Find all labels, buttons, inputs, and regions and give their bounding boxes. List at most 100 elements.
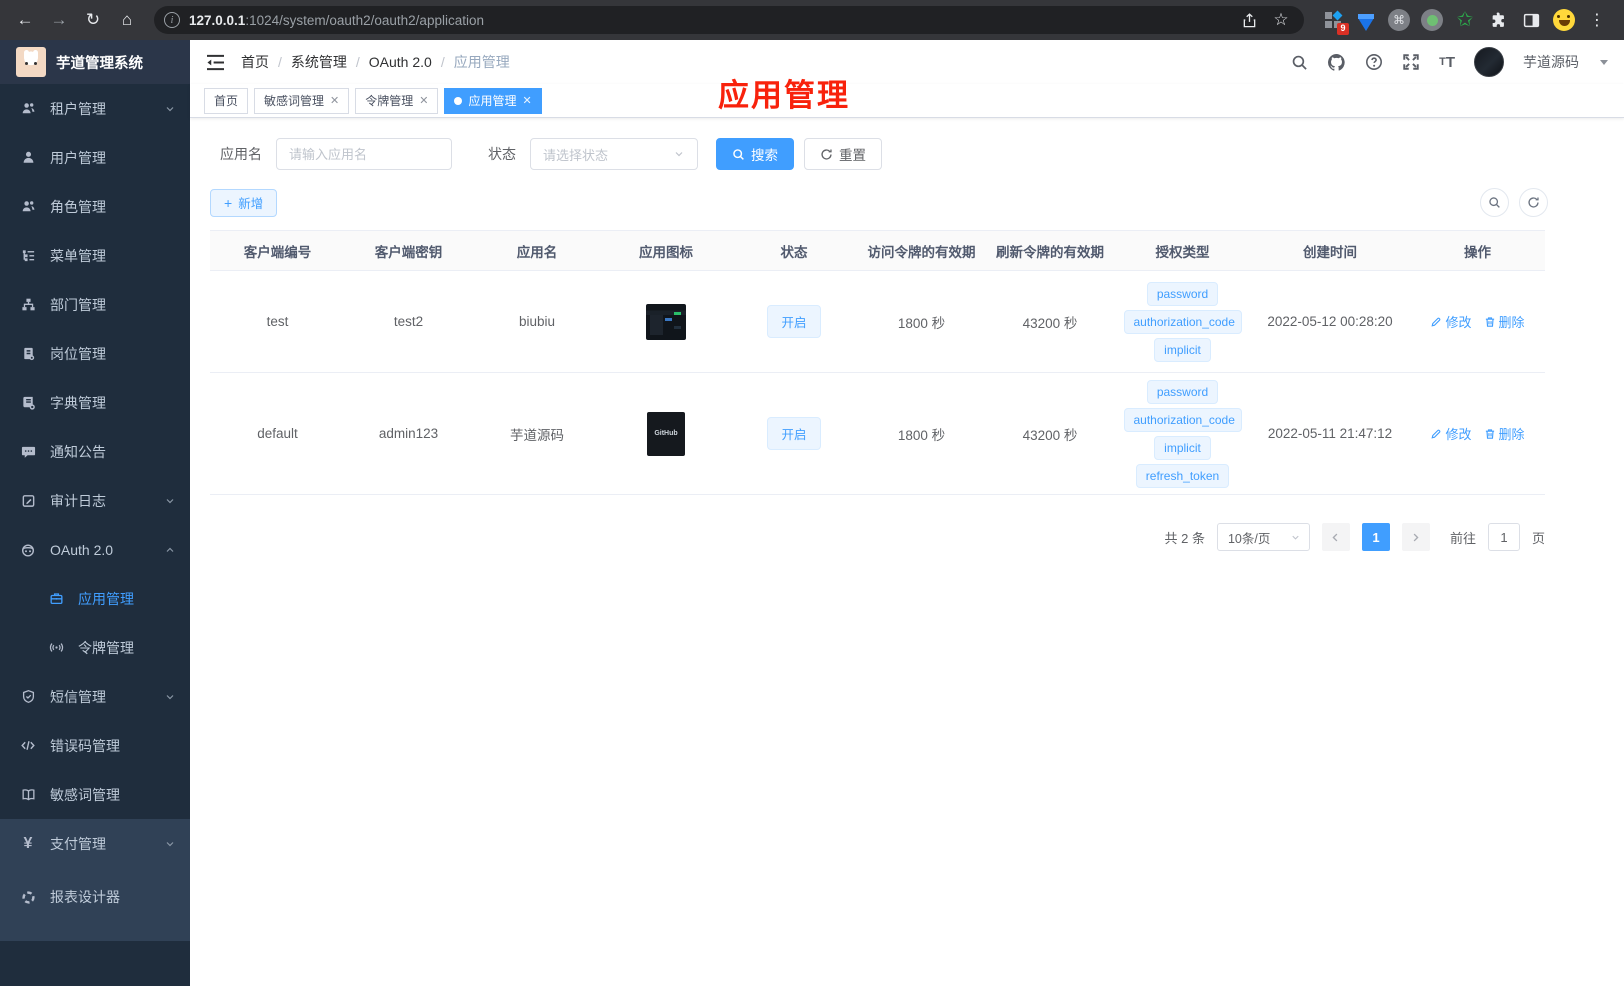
code-icon: [20, 738, 36, 753]
sidebar-item-payments[interactable]: ¥ 支付管理: [0, 819, 190, 869]
created-at: 2022-05-12 00:28:20: [1267, 314, 1393, 329]
page-number-1[interactable]: 1: [1361, 523, 1390, 551]
sidebar-menu: 租户管理 用户管理 角色管理 菜单管理 部门管理 岗位管理 字典管理 通知公告 …: [0, 84, 190, 986]
sidebar-item-posts[interactable]: 岗位管理: [0, 329, 190, 378]
table-header-row: 客户端编号 客户端密钥 应用名 应用图标 状态 访问令牌的有效期 刷新令牌的有效…: [210, 231, 1545, 271]
app-icon-github: GitHub: [647, 411, 685, 456]
browser-reload-icon[interactable]: ↻: [78, 5, 108, 35]
delete-button[interactable]: 删除: [1484, 424, 1525, 443]
client-secret: test2: [393, 314, 424, 329]
app-name: biubiu: [518, 314, 556, 329]
sidebar-item-error-codes[interactable]: 错误码管理: [0, 721, 190, 770]
sidebar-item-report-designer[interactable]: 报表设计器: [0, 869, 190, 925]
app-name: 芋道源码: [510, 427, 564, 443]
delete-button[interactable]: 删除: [1484, 312, 1525, 331]
sidebar-item-audit-log[interactable]: 审计日志: [0, 476, 190, 525]
profile-avatar-icon[interactable]: [1551, 7, 1577, 33]
search-button[interactable]: 搜索: [716, 138, 794, 170]
breadcrumb-home[interactable]: 首页: [241, 52, 269, 72]
sidebar-item-notices[interactable]: 通知公告: [0, 427, 190, 476]
tab-application-management[interactable]: 应用管理 ✕: [444, 87, 542, 114]
header-search-icon[interactable]: [1291, 54, 1308, 71]
add-button[interactable]: + 新增: [210, 188, 278, 217]
oauth-robot-icon: [20, 542, 36, 558]
edit-button[interactable]: 修改: [1430, 424, 1472, 443]
app-logo-row[interactable]: 芋道管理系统: [0, 40, 190, 84]
sidebar-item-departments[interactable]: 部门管理: [0, 280, 190, 329]
browser-forward-icon[interactable]: →: [44, 5, 74, 35]
extension-recorder-icon[interactable]: [1419, 7, 1445, 33]
extensions-puzzle-icon[interactable]: [1485, 7, 1511, 33]
status-label: 状态: [488, 146, 516, 162]
tab-sensitive-words[interactable]: 敏感词管理 ✕: [254, 87, 350, 114]
sidebar-item-dictionary[interactable]: 字典管理: [0, 378, 190, 427]
extension-badge: 9: [1336, 23, 1349, 35]
top-header: 首页 / 系统管理 / OAuth 2.0 / 应用管理 T T 芋道源码: [190, 40, 1624, 84]
breadcrumb-oauth[interactable]: OAuth 2.0: [369, 54, 432, 70]
bookmark-star-icon[interactable]: ☆: [1268, 7, 1294, 33]
yen-icon: ¥: [23, 835, 33, 852]
refresh-icon: [821, 148, 832, 160]
sidebar-item-sms[interactable]: 短信管理: [0, 672, 190, 721]
extension-grid-icon[interactable]: 9: [1320, 7, 1349, 35]
extension-star-icon[interactable]: ✩: [1452, 7, 1478, 33]
user-menu-caret-icon[interactable]: [1600, 59, 1608, 65]
sidebar-item-users[interactable]: 用户管理: [0, 133, 190, 182]
sidebar-item-oauth2[interactable]: OAuth 2.0: [0, 525, 190, 574]
pagination: 共 2 条 10条/页 1 前往 页: [210, 523, 1545, 551]
browser-back-icon[interactable]: ←: [10, 5, 40, 35]
user-avatar[interactable]: [1474, 47, 1504, 77]
browser-menu-icon[interactable]: ⋮: [1584, 7, 1610, 33]
extension-gem-icon[interactable]: [1353, 7, 1379, 33]
tab-token-management[interactable]: 令牌管理 ✕: [355, 87, 439, 114]
roles-icon: [20, 199, 36, 214]
browser-toolbar: ← → ↻ ⌂ i 127.0.0.1:1024/system/oauth2/o…: [0, 0, 1624, 40]
extension-tray: 9 ⌘ ✩ ⋮: [1316, 7, 1614, 35]
browser-home-icon[interactable]: ⌂: [112, 5, 142, 35]
dict-icon: [20, 395, 36, 410]
edit-button[interactable]: 修改: [1430, 312, 1472, 331]
breadcrumb-system[interactable]: 系统管理: [291, 52, 347, 72]
side-panel-icon[interactable]: [1518, 7, 1544, 33]
next-page-button[interactable]: [1401, 523, 1430, 551]
share-icon[interactable]: [1236, 7, 1262, 33]
address-bar[interactable]: i 127.0.0.1:1024/system/oauth2/oauth2/ap…: [154, 6, 1304, 34]
site-info-icon[interactable]: i: [164, 12, 180, 28]
reset-button[interactable]: 重置: [804, 138, 882, 170]
status-select[interactable]: 请选择状态: [530, 138, 698, 170]
post-icon: [20, 346, 36, 361]
sidebar-item-roles[interactable]: 角色管理: [0, 182, 190, 231]
close-icon[interactable]: ✕: [330, 94, 339, 107]
grant-type-tags: password authorization_code implicit: [1119, 281, 1246, 362]
close-icon[interactable]: ✕: [523, 94, 532, 107]
dept-icon: [20, 297, 36, 312]
chevron-down-icon: [166, 842, 174, 847]
goto-page-input[interactable]: [1487, 523, 1520, 551]
prev-page-button[interactable]: [1321, 523, 1350, 551]
edit-pencil-icon: [1431, 317, 1441, 327]
toggle-search-button[interactable]: [1480, 188, 1509, 217]
font-size-icon[interactable]: TT: [1439, 54, 1455, 71]
close-icon[interactable]: ✕: [419, 94, 428, 107]
sidebar-item-menus[interactable]: 菜单管理: [0, 231, 190, 280]
total-count: 共 2 条: [1164, 530, 1205, 546]
goto-unit: 页: [1531, 530, 1545, 546]
breadcrumb-current: 应用管理: [453, 54, 510, 70]
refresh-table-button[interactable]: [1519, 188, 1548, 217]
github-icon[interactable]: [1327, 53, 1346, 72]
sidebar-item-oauth-tokens[interactable]: 令牌管理: [0, 623, 190, 672]
page-size-select[interactable]: 10条/页: [1216, 523, 1310, 551]
extension-command-icon[interactable]: ⌘: [1386, 7, 1412, 33]
tab-home[interactable]: 首页: [204, 87, 249, 114]
sidebar-item-tenants[interactable]: 租户管理: [0, 84, 190, 133]
help-icon[interactable]: [1365, 53, 1383, 71]
sidebar-item-sensitive-words[interactable]: 敏感词管理: [0, 770, 190, 819]
sidebar-collapse-icon[interactable]: [206, 54, 225, 71]
active-tab-dot: [454, 96, 463, 105]
app-name-input[interactable]: [276, 138, 452, 170]
filter-form: 应用名 状态 请选择状态 搜索 重置: [210, 138, 1624, 170]
chevron-right-icon: [1414, 533, 1420, 541]
chevron-down-icon: [166, 106, 174, 111]
sidebar-item-oauth-applications[interactable]: 应用管理: [0, 574, 190, 623]
fullscreen-icon[interactable]: [1402, 53, 1420, 71]
